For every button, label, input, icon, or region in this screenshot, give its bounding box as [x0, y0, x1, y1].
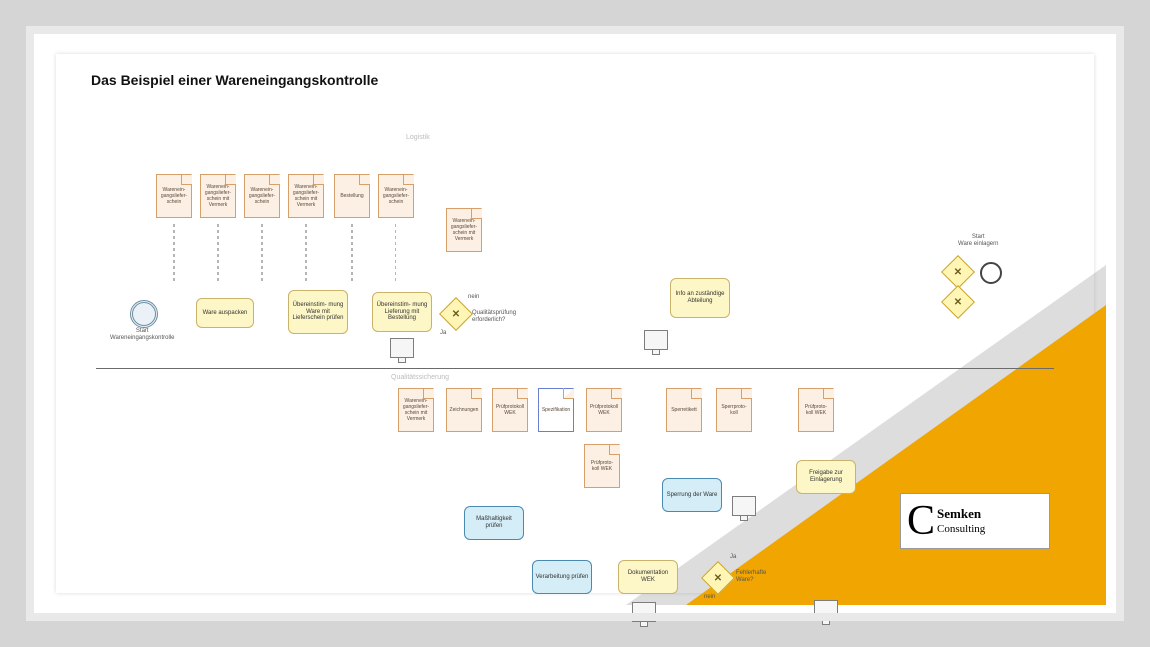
doc-pruefprotokoll-4: Prüfproto- koll WEK — [798, 388, 834, 432]
doc-bestellung: Bestellung — [334, 174, 370, 218]
gateway-1-label: Qualitätsprüfung erforderlich? — [472, 310, 516, 323]
doc-zeichnungen: Zeichnungen — [446, 388, 482, 432]
task-sperrung: Sperrung der Ware — [662, 478, 722, 512]
doc-spezifikation: Spezifikation — [538, 388, 574, 432]
task-freigabe: Freigabe zur Einlagerung — [796, 460, 856, 494]
gateway-2-label: Fehlerhafte Ware? — [736, 570, 766, 583]
computer-icon-3 — [632, 602, 656, 622]
doc-pruefprotokoll-1: Prüfprotokoll WEK — [492, 388, 528, 432]
gateway-qualitaetspruefung — [439, 297, 473, 331]
logo-letter-c: C — [907, 500, 935, 542]
task-lieferschein-pruefen: Übereinstim- mung Ware mit Lieferschein … — [288, 290, 348, 334]
doc-wels-vermerk-4: Warenein- gangsliefer- schein mit Vermer… — [398, 388, 434, 432]
doc-pruefprotokoll-3: Prüfproto- koll WEK — [584, 444, 620, 488]
gateway-merge-1 — [941, 255, 975, 289]
lane-label-bottom: Qualitätssicherung — [391, 374, 449, 381]
gateway-1-yes: Ja — [440, 330, 446, 337]
gateway-merge-2 — [941, 285, 975, 319]
doc-wels-3: Warenein- gangsliefer- schein — [378, 174, 414, 218]
slide-title: Das Beispiel einer Wareneingangskontroll… — [91, 72, 378, 88]
lane-divider — [96, 368, 1054, 369]
logo-line1: Semken — [937, 506, 981, 521]
gateway-2-no: nein — [704, 594, 715, 601]
logo-text: Semken Consulting — [937, 506, 985, 535]
task-verarbeitung: Verarbeitung prüfen — [532, 560, 592, 594]
start-event — [130, 300, 158, 328]
doc-sperretikett: Sperretikett — [666, 388, 702, 432]
slide-frame: Das Beispiel einer Wareneingangskontroll… — [0, 0, 1150, 647]
end-event — [980, 262, 1002, 284]
computer-icon-2 — [644, 330, 668, 350]
task-ware-auspacken: Ware auspacken — [196, 298, 254, 328]
end-event-label: Start Ware einlagern — [958, 234, 998, 247]
task-bestellung-pruefen: Übereinstim- mung Lieferung mit Bestellu… — [372, 292, 432, 332]
task-masshaltigkeit: Maßhaltigkeit prüfen — [464, 506, 524, 540]
doc-wels-2: Warenein- gangsliefer- schein — [244, 174, 280, 218]
computer-icon-1 — [390, 338, 414, 358]
gateway-1-no: nein — [468, 294, 479, 301]
doc-sperrprotokoll: Sperrproto- koll — [716, 388, 752, 432]
computer-icon-4 — [732, 496, 756, 516]
lane-label-top: Logistik — [406, 134, 430, 141]
task-dokumentation-wek: Dokumentation WEK — [618, 560, 678, 594]
start-event-label: Start Wareneingangskontrolle — [110, 328, 174, 341]
task-info-abteilung: Info an zuständige Abteilung — [670, 278, 730, 318]
slide-card: Das Beispiel einer Wareneingangskontroll… — [56, 54, 1094, 593]
doc-pruefprotokoll-2: Prüfprotokoll WEK — [586, 388, 622, 432]
doc-wels-vermerk-1: Warenein- gangsliefer- schein mit Vermer… — [200, 174, 236, 218]
logo-line2: Consulting — [937, 523, 985, 535]
computer-icon-5 — [814, 600, 838, 620]
gateway-2-yes: Ja — [730, 554, 736, 561]
brand-logo: C Semken Consulting — [900, 493, 1050, 549]
doc-wels-vermerk-2: Warenein- gangsliefer- schein mit Vermer… — [288, 174, 324, 218]
doc-wels-1: Warenein- gangsliefer- schein — [156, 174, 192, 218]
doc-wels-vermerk-3: Warenein- gangsliefer- schein mit Vermer… — [446, 208, 482, 252]
